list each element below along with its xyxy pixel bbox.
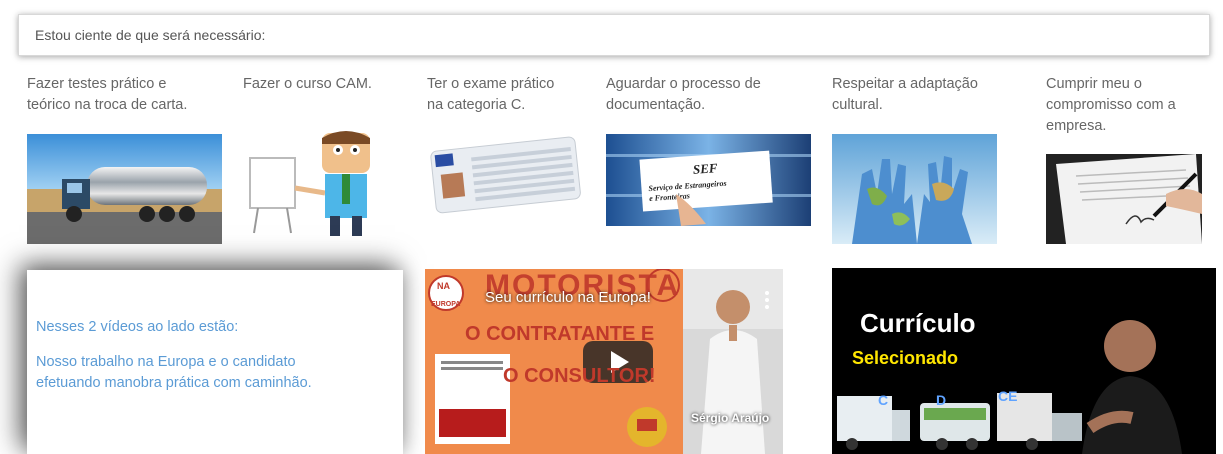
item-text: Ter o exame prático na categoria C. xyxy=(427,76,555,113)
video-player-1[interactable]: NA EUROPA MOTORISTA Seu currículo na Eur… xyxy=(425,269,783,454)
item-text: Fazer testes prático e teórico na troca … xyxy=(27,76,188,113)
item-tests: Fazer testes prático e teórico na troca … xyxy=(27,74,227,116)
video2-title: Currículo xyxy=(860,308,976,338)
item-text: Fazer o curso CAM. xyxy=(243,76,372,92)
world-hands-image xyxy=(832,134,997,244)
presenter-name: Sérgio Araújo xyxy=(691,411,770,425)
item-commitment: Cumprir meu o compromisso com a empresa. xyxy=(1046,74,1216,137)
video-title[interactable]: Seu currículo na Europa! xyxy=(485,289,651,306)
logo-bottom-text: EUROPA xyxy=(431,301,461,308)
category-label-ce: CE xyxy=(998,388,1018,404)
signing-contract-image xyxy=(1046,154,1202,244)
teacher-whiteboard-image xyxy=(240,128,400,238)
info-heading: Nesses 2 vídeos ao lado estão: xyxy=(36,319,239,335)
info-card: Nesses 2 vídeos ao lado estão: Nosso tra… xyxy=(27,270,403,454)
sef-card-image: SEF Serviço de Estrangeiros e Fronteiras xyxy=(606,134,811,226)
item-text: Cumprir meu o compromisso com a empresa. xyxy=(1046,76,1176,134)
item-text: Aguardar o processo de documentação. xyxy=(606,76,761,113)
info-description-line2: efetuando manobra prática com caminhão. xyxy=(36,375,312,391)
video-player-2[interactable]: Currículo Selecionado C D CE xyxy=(832,268,1216,454)
tanker-truck-image xyxy=(27,134,222,244)
item-text: Respeitar a adaptação cultural. xyxy=(832,76,978,113)
item-exam: Ter o exame prático na categoria C. xyxy=(427,74,602,116)
statement-box: Estou ciente de que será necessário: xyxy=(18,14,1210,56)
category-label-c: C xyxy=(878,392,889,408)
statement-text: Estou ciente de que será necessário: xyxy=(35,27,266,43)
item-documentation: Aguardar o processo de documentação. xyxy=(606,74,826,116)
driver-license-image xyxy=(425,134,585,214)
item-culture: Respeitar a adaptação cultural. xyxy=(832,74,1032,116)
sef-title: SEF xyxy=(692,160,718,177)
info-description-line1: Nosso trabalho na Europa e o candidato xyxy=(36,354,296,370)
logo-top-text: NA xyxy=(437,281,450,291)
more-options-icon[interactable] xyxy=(761,287,773,313)
video2-subtitle: Selecionado xyxy=(852,348,959,368)
play-icon[interactable] xyxy=(583,341,653,383)
item-course: Fazer o curso CAM. xyxy=(243,74,413,95)
category-label-d: D xyxy=(936,392,947,408)
